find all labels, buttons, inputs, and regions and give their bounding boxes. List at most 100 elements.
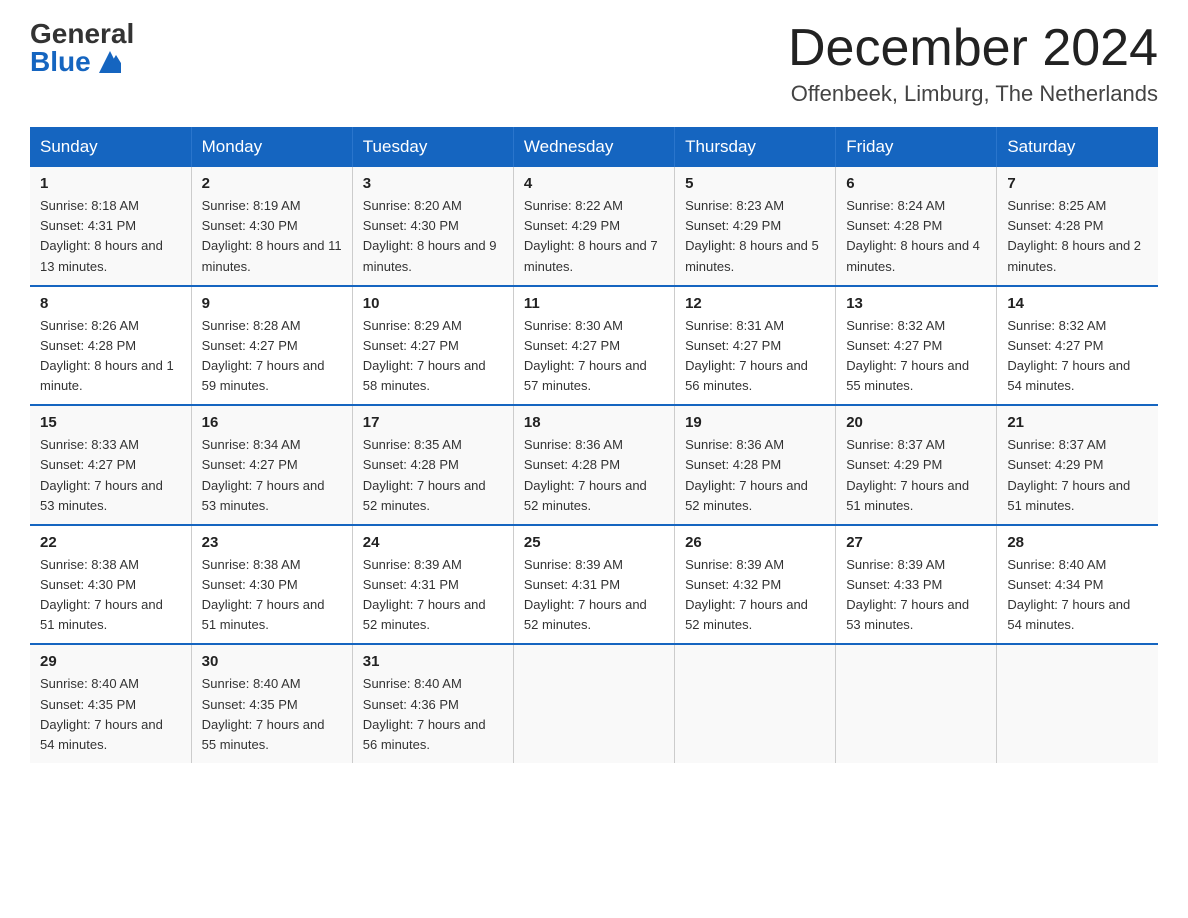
month-title: December 2024 (788, 20, 1158, 77)
day-number: 4 (524, 175, 664, 192)
calendar-cell (675, 644, 836, 763)
calendar-cell: 3 Sunrise: 8:20 AM Sunset: 4:30 PM Dayli… (352, 167, 513, 286)
day-number: 20 (846, 414, 986, 431)
day-number: 1 (40, 175, 181, 192)
day-info: Sunrise: 8:26 AM Sunset: 4:28 PM Dayligh… (40, 316, 181, 397)
day-info: Sunrise: 8:32 AM Sunset: 4:27 PM Dayligh… (1007, 316, 1148, 397)
logo-general-text: General (30, 20, 134, 48)
day-info: Sunrise: 8:40 AM Sunset: 4:36 PM Dayligh… (363, 674, 503, 755)
calendar-cell: 31 Sunrise: 8:40 AM Sunset: 4:36 PM Dayl… (352, 644, 513, 763)
logo: General Blue (30, 20, 134, 76)
day-info: Sunrise: 8:31 AM Sunset: 4:27 PM Dayligh… (685, 316, 825, 397)
day-number: 28 (1007, 534, 1148, 551)
day-info: Sunrise: 8:18 AM Sunset: 4:31 PM Dayligh… (40, 196, 181, 277)
page-header: General Blue December 2024 Offenbeek, Li… (30, 20, 1158, 107)
day-number: 18 (524, 414, 664, 431)
calendar-cell: 7 Sunrise: 8:25 AM Sunset: 4:28 PM Dayli… (997, 167, 1158, 286)
calendar-cell: 26 Sunrise: 8:39 AM Sunset: 4:32 PM Dayl… (675, 525, 836, 645)
logo-blue-word: Blue (30, 48, 91, 76)
calendar-cell (836, 644, 997, 763)
day-info: Sunrise: 8:40 AM Sunset: 4:34 PM Dayligh… (1007, 555, 1148, 636)
day-number: 11 (524, 295, 664, 312)
day-info: Sunrise: 8:35 AM Sunset: 4:28 PM Dayligh… (363, 435, 503, 516)
calendar-cell: 29 Sunrise: 8:40 AM Sunset: 4:35 PM Dayl… (30, 644, 191, 763)
calendar-cell: 21 Sunrise: 8:37 AM Sunset: 4:29 PM Dayl… (997, 405, 1158, 525)
day-number: 12 (685, 295, 825, 312)
day-number: 9 (202, 295, 342, 312)
day-number: 16 (202, 414, 342, 431)
calendar-cell: 6 Sunrise: 8:24 AM Sunset: 4:28 PM Dayli… (836, 167, 997, 286)
day-number: 21 (1007, 414, 1148, 431)
calendar-cell: 20 Sunrise: 8:37 AM Sunset: 4:29 PM Dayl… (836, 405, 997, 525)
logo-blue-text: Blue (30, 48, 121, 76)
calendar-cell: 16 Sunrise: 8:34 AM Sunset: 4:27 PM Dayl… (191, 405, 352, 525)
calendar-cell: 1 Sunrise: 8:18 AM Sunset: 4:31 PM Dayli… (30, 167, 191, 286)
day-info: Sunrise: 8:40 AM Sunset: 4:35 PM Dayligh… (202, 674, 342, 755)
day-number: 19 (685, 414, 825, 431)
day-number: 17 (363, 414, 503, 431)
calendar-week-row: 8 Sunrise: 8:26 AM Sunset: 4:28 PM Dayli… (30, 286, 1158, 406)
day-number: 6 (846, 175, 986, 192)
day-number: 30 (202, 653, 342, 670)
day-info: Sunrise: 8:37 AM Sunset: 4:29 PM Dayligh… (846, 435, 986, 516)
calendar-cell: 4 Sunrise: 8:22 AM Sunset: 4:29 PM Dayli… (513, 167, 674, 286)
calendar-cell (513, 644, 674, 763)
col-header-tuesday: Tuesday (352, 127, 513, 167)
calendar-cell: 18 Sunrise: 8:36 AM Sunset: 4:28 PM Dayl… (513, 405, 674, 525)
day-info: Sunrise: 8:36 AM Sunset: 4:28 PM Dayligh… (685, 435, 825, 516)
calendar-cell: 23 Sunrise: 8:38 AM Sunset: 4:30 PM Dayl… (191, 525, 352, 645)
calendar-cell: 5 Sunrise: 8:23 AM Sunset: 4:29 PM Dayli… (675, 167, 836, 286)
calendar-week-row: 29 Sunrise: 8:40 AM Sunset: 4:35 PM Dayl… (30, 644, 1158, 763)
day-info: Sunrise: 8:19 AM Sunset: 4:30 PM Dayligh… (202, 196, 342, 277)
day-number: 13 (846, 295, 986, 312)
calendar-header-row: SundayMondayTuesdayWednesdayThursdayFrid… (30, 127, 1158, 167)
day-info: Sunrise: 8:37 AM Sunset: 4:29 PM Dayligh… (1007, 435, 1148, 516)
calendar-cell: 9 Sunrise: 8:28 AM Sunset: 4:27 PM Dayli… (191, 286, 352, 406)
day-number: 24 (363, 534, 503, 551)
col-header-sunday: Sunday (30, 127, 191, 167)
day-info: Sunrise: 8:39 AM Sunset: 4:32 PM Dayligh… (685, 555, 825, 636)
day-info: Sunrise: 8:28 AM Sunset: 4:27 PM Dayligh… (202, 316, 342, 397)
calendar-week-row: 15 Sunrise: 8:33 AM Sunset: 4:27 PM Dayl… (30, 405, 1158, 525)
calendar-cell: 10 Sunrise: 8:29 AM Sunset: 4:27 PM Dayl… (352, 286, 513, 406)
calendar-cell: 27 Sunrise: 8:39 AM Sunset: 4:33 PM Dayl… (836, 525, 997, 645)
day-info: Sunrise: 8:33 AM Sunset: 4:27 PM Dayligh… (40, 435, 181, 516)
day-number: 2 (202, 175, 342, 192)
day-info: Sunrise: 8:34 AM Sunset: 4:27 PM Dayligh… (202, 435, 342, 516)
day-number: 7 (1007, 175, 1148, 192)
day-number: 25 (524, 534, 664, 551)
calendar-cell: 25 Sunrise: 8:39 AM Sunset: 4:31 PM Dayl… (513, 525, 674, 645)
day-info: Sunrise: 8:36 AM Sunset: 4:28 PM Dayligh… (524, 435, 664, 516)
day-number: 29 (40, 653, 181, 670)
day-info: Sunrise: 8:24 AM Sunset: 4:28 PM Dayligh… (846, 196, 986, 277)
day-number: 26 (685, 534, 825, 551)
day-number: 23 (202, 534, 342, 551)
day-info: Sunrise: 8:23 AM Sunset: 4:29 PM Dayligh… (685, 196, 825, 277)
calendar-cell: 14 Sunrise: 8:32 AM Sunset: 4:27 PM Dayl… (997, 286, 1158, 406)
day-info: Sunrise: 8:20 AM Sunset: 4:30 PM Dayligh… (363, 196, 503, 277)
col-header-monday: Monday (191, 127, 352, 167)
calendar-table: SundayMondayTuesdayWednesdayThursdayFrid… (30, 127, 1158, 763)
day-number: 15 (40, 414, 181, 431)
day-info: Sunrise: 8:40 AM Sunset: 4:35 PM Dayligh… (40, 674, 181, 755)
day-info: Sunrise: 8:38 AM Sunset: 4:30 PM Dayligh… (202, 555, 342, 636)
day-number: 31 (363, 653, 503, 670)
day-number: 5 (685, 175, 825, 192)
day-info: Sunrise: 8:39 AM Sunset: 4:31 PM Dayligh… (363, 555, 503, 636)
day-number: 22 (40, 534, 181, 551)
title-block: December 2024 Offenbeek, Limburg, The Ne… (788, 20, 1158, 107)
calendar-cell: 22 Sunrise: 8:38 AM Sunset: 4:30 PM Dayl… (30, 525, 191, 645)
day-info: Sunrise: 8:29 AM Sunset: 4:27 PM Dayligh… (363, 316, 503, 397)
calendar-cell (997, 644, 1158, 763)
logo-icon (99, 51, 121, 73)
calendar-cell: 28 Sunrise: 8:40 AM Sunset: 4:34 PM Dayl… (997, 525, 1158, 645)
day-info: Sunrise: 8:32 AM Sunset: 4:27 PM Dayligh… (846, 316, 986, 397)
day-number: 3 (363, 175, 503, 192)
calendar-cell: 13 Sunrise: 8:32 AM Sunset: 4:27 PM Dayl… (836, 286, 997, 406)
col-header-wednesday: Wednesday (513, 127, 674, 167)
calendar-cell: 11 Sunrise: 8:30 AM Sunset: 4:27 PM Dayl… (513, 286, 674, 406)
col-header-saturday: Saturday (997, 127, 1158, 167)
day-info: Sunrise: 8:39 AM Sunset: 4:31 PM Dayligh… (524, 555, 664, 636)
day-info: Sunrise: 8:30 AM Sunset: 4:27 PM Dayligh… (524, 316, 664, 397)
calendar-cell: 30 Sunrise: 8:40 AM Sunset: 4:35 PM Dayl… (191, 644, 352, 763)
